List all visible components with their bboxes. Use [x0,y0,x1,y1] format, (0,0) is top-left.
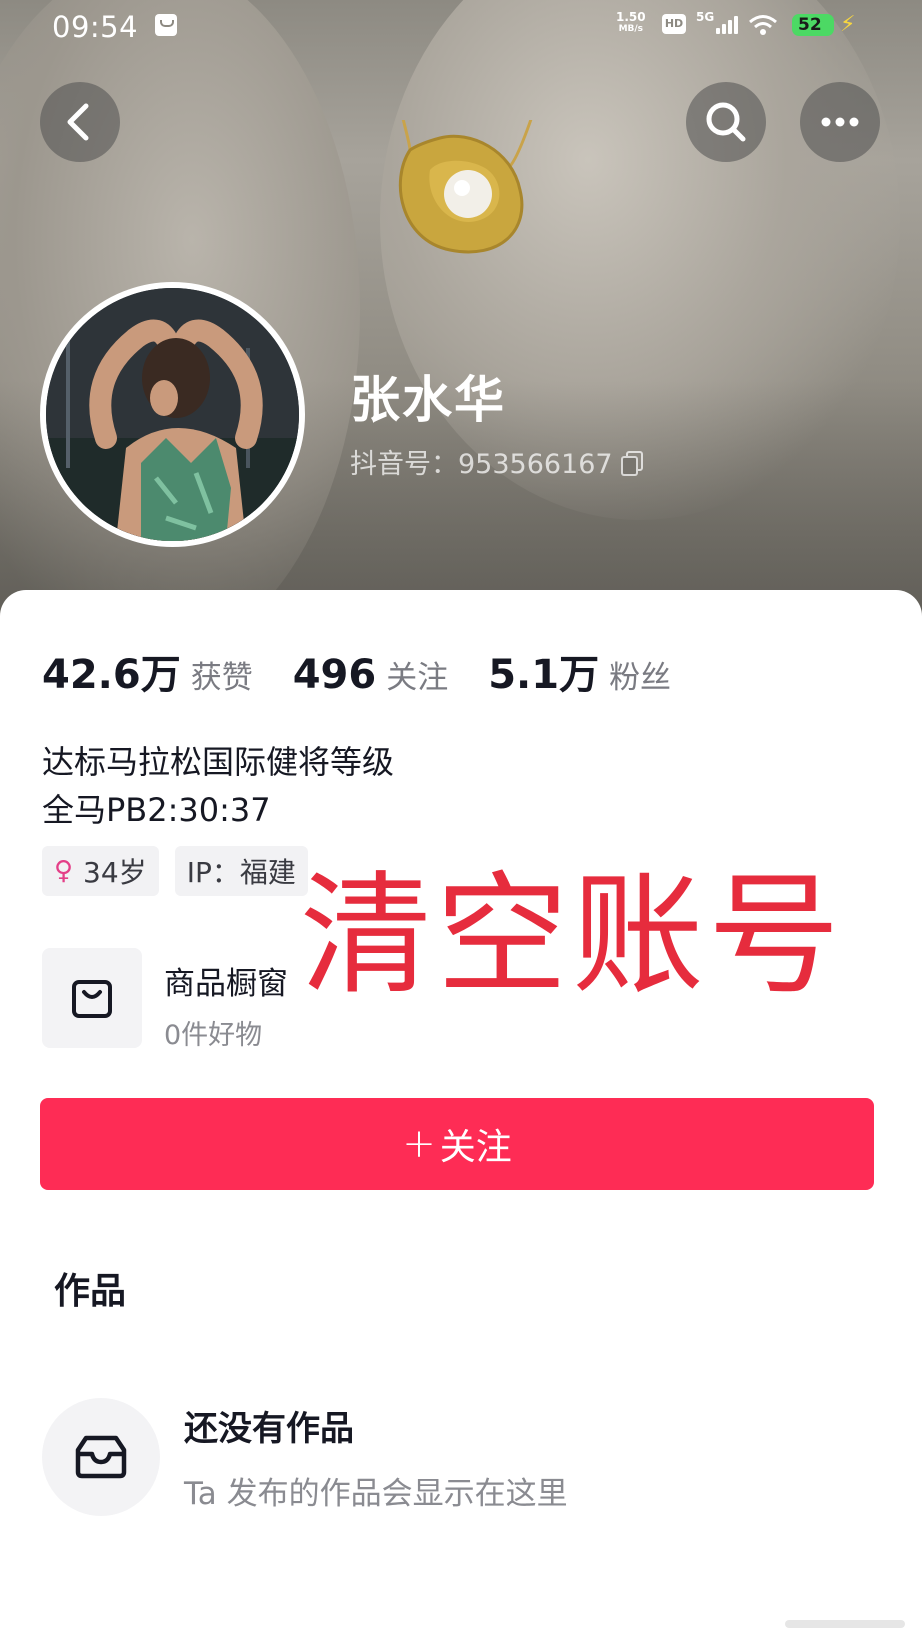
empty-works-subtitle: Ta 发布的作品会显示在这里 [184,1476,568,1512]
shop-window-text: 商品橱窗 0件好物 [164,948,288,1051]
shop-window-subtitle: 0件好物 [164,1020,263,1051]
copy-icon[interactable] [620,450,643,476]
stat-likes-label: 获赞 [190,660,253,696]
pendant-necklace-image [398,120,533,254]
shop-window-title: 商品橱窗 [164,966,288,1002]
wifi-icon [749,15,777,35]
hd-icon: HD [662,14,686,34]
chevron-left-icon [67,103,89,141]
inbox-tray-icon [42,1398,160,1516]
profile-nickname: 张水华 [350,371,506,429]
shopping-bag-icon [42,948,142,1048]
more-button[interactable] [800,82,880,162]
stat-followers-label: 粉丝 [609,660,672,696]
empty-works-text: 还没有作品 Ta 发布的作品会显示在这里 [184,1401,568,1513]
profile-bio: 达标马拉松国际健将等级 全马PB2:30:37 [42,738,394,834]
stat-followers[interactable]: 5.1万 粉丝 [488,642,671,700]
stat-likes-value: 42.6万 [42,652,181,698]
charging-icon: ⚡ [840,12,856,37]
stat-following-value: 496 [292,652,377,698]
douyin-id[interactable]: 抖音号：953566167 [350,442,643,481]
battery-level: 52 [792,14,834,36]
age-tag: ♀ 34岁 [42,846,159,896]
overlay-annotation: 清空账号 [300,859,844,1013]
ip-tag: IP：福建 [174,846,308,896]
network-speed: 1.50 MB/s [616,11,646,35]
empty-works-title: 还没有作品 [184,1409,354,1449]
empty-works-state: 还没有作品 Ta 发布的作品会显示在这里 [42,1398,568,1516]
signal-icon [708,16,738,34]
follow-button[interactable]: + 关注 [40,1098,874,1190]
stat-following[interactable]: 496 关注 [293,652,449,698]
home-indicator [785,1620,905,1628]
profile-tags: ♀ 34岁 IP：福建 [42,846,308,896]
tab-works[interactable]: 作品 [54,1262,126,1314]
ip-tag-text: IP：福建 [186,856,296,889]
shop-window-entry[interactable]: 商品橱窗 0件好物 [42,948,312,1051]
bio-line: 达标马拉松国际健将等级 [42,743,395,781]
bio-line: 全马PB2:30:37 [42,791,271,829]
search-icon [706,102,746,142]
follow-button-label: 关注 [439,1127,512,1168]
search-button[interactable] [686,82,766,162]
stat-likes[interactable]: 42.6万 获赞 [42,642,253,700]
status-bar: 09:54 1.50 MB/s HD 5G 52 ⚡ [0,0,922,56]
profile-stats: 42.6万 获赞 496 关注 5.1万 粉丝 [42,642,711,700]
avatar-photo [46,288,299,541]
network-speed-unit: MB/s [618,24,644,34]
douyin-id-text: 抖音号：953566167 [350,449,613,480]
status-time: 09:54 [52,10,139,44]
female-icon: ♀ [54,856,74,886]
stat-following-label: 关注 [386,660,449,696]
avatar[interactable] [40,282,305,547]
more-dots-icon [821,117,859,127]
age-tag-text: 34岁 [83,856,147,889]
profile-card: 42.6万 获赞 496 关注 5.1万 粉丝 达标马拉松国际健将等级 全马PB… [0,590,922,1638]
network-speed-value: 1.50 [616,10,646,24]
plus-icon: + [402,1121,436,1167]
message-notification-icon [155,14,177,36]
stat-followers-value: 5.1万 [488,652,600,698]
back-button[interactable] [40,82,120,162]
